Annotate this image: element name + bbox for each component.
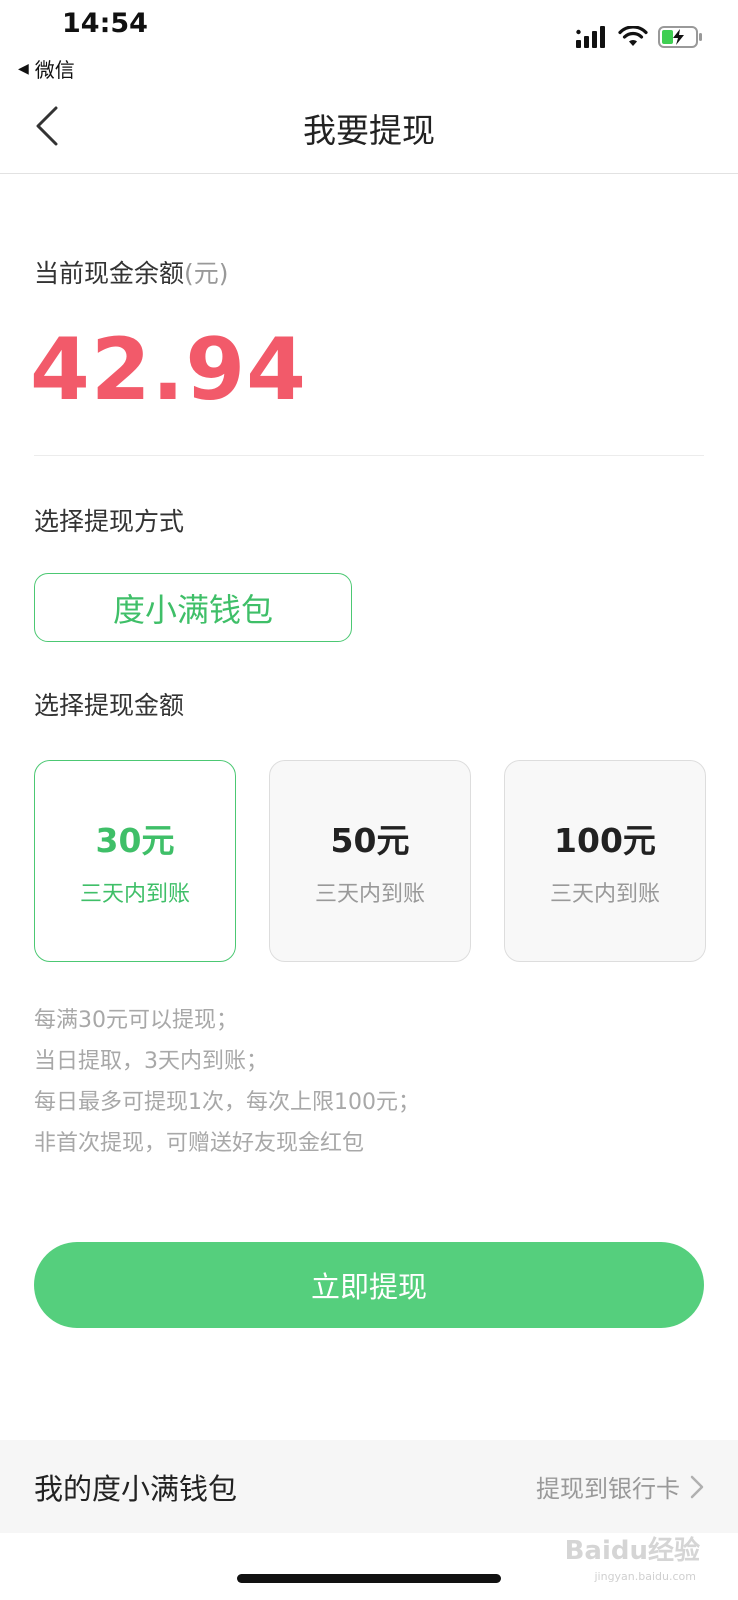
amount-option-50[interactable]: 50元 三天内到账 xyxy=(269,760,471,962)
amount-value: 100元 xyxy=(554,821,656,860)
baidu-watermark-url: jingyan.baidu.com xyxy=(594,1570,696,1583)
signal-icon xyxy=(576,26,605,48)
section-divider xyxy=(34,455,704,456)
withdraw-rules: 每满30元可以提现； 当日提取，3天内到账； 每日最多可提现1次，每次上限100… xyxy=(34,1000,420,1164)
page-title: 我要提现 xyxy=(303,111,435,150)
status-time: 14:54 xyxy=(62,8,148,39)
balance-label-text: 当前现金余额 xyxy=(34,259,185,288)
home-indicator[interactable] xyxy=(237,1574,501,1583)
rule-line: 每日最多可提现1次，每次上限100元； xyxy=(34,1090,420,1115)
battery-charging-icon xyxy=(658,26,702,48)
back-to-app-link[interactable]: ◀ 微信 xyxy=(18,54,75,83)
wallet-footer: 我的度小满钱包 提现到银行卡 xyxy=(0,1440,738,1533)
withdraw-now-button[interactable]: 立即提现 xyxy=(34,1242,704,1328)
back-triangle-icon: ◀ xyxy=(18,60,29,77)
amount-value: 50元 xyxy=(330,821,410,860)
balance-amount: 42.94 xyxy=(30,320,308,420)
header-divider xyxy=(0,173,738,174)
balance-label: 当前现金余额(元) xyxy=(34,254,229,290)
back-app-label: 微信 xyxy=(34,58,75,82)
amount-option-100[interactable]: 100元 三天内到账 xyxy=(504,760,706,962)
balance-unit: (元) xyxy=(184,259,229,288)
footer-title: 我的度小满钱包 xyxy=(34,1471,238,1506)
withdraw-to-bank-link[interactable]: 提现到银行卡 xyxy=(536,1469,704,1504)
amount-option-30[interactable]: 30元 三天内到账 xyxy=(34,760,236,962)
status-icons xyxy=(576,26,704,48)
amount-note: 三天内到账 xyxy=(79,882,190,907)
amount-note: 三天内到账 xyxy=(549,882,660,907)
rule-line: 非首次提现，可赠送好友现金红包 xyxy=(34,1131,365,1156)
wifi-icon xyxy=(618,26,648,46)
baidu-watermark: Baidu经验 xyxy=(564,1536,700,1566)
amount-value: 30元 xyxy=(95,821,175,860)
amount-note: 三天内到账 xyxy=(314,882,425,907)
rule-line: 每满30元可以提现； xyxy=(34,1008,238,1033)
amount-label: 选择提现金额 xyxy=(34,691,185,720)
method-option-wallet[interactable]: 度小满钱包 xyxy=(34,573,352,642)
method-label: 选择提现方式 xyxy=(34,507,185,536)
footer-link-label: 提现到银行卡 xyxy=(536,1475,680,1503)
chevron-right-icon xyxy=(690,1475,704,1498)
rule-line: 当日提取，3天内到账； xyxy=(34,1049,268,1074)
